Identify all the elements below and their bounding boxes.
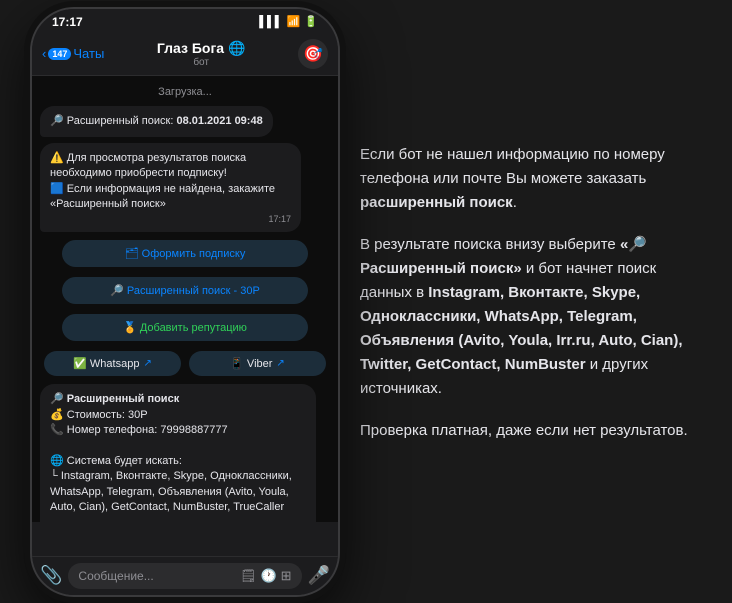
subscribe-button[interactable]: 🗂 Оформить подписку [62, 240, 309, 267]
sticker-icon: 🗒 [240, 568, 257, 584]
header-center: Глаз Бога 🌐 бот [110, 40, 292, 68]
bubble-text: 🔎 Расширенный поиск: 08.01.2021 09:48 [50, 114, 263, 129]
back-chevron-icon: ‹ [42, 46, 46, 61]
right-paragraph-1: Если бот не нашел информацию по номеру т… [360, 143, 702, 215]
extended-bubble-text: 🔎 Расширенный поиск 💰 Стоимость: 30Р 📞 Н… [50, 392, 306, 521]
attach-icon[interactable]: 📎 [40, 565, 62, 586]
viber-label: 📱 Viber [230, 357, 272, 370]
signal-icon: ▌▌▌ [259, 16, 282, 28]
message-warning: ⚠️ Для просмотра результатов поиска необ… [40, 143, 301, 233]
input-bar: 📎 Сообщение... 🗒 🕐 ⊞ 🎤 [32, 556, 338, 595]
system-label: 🌐 Система будет искать: [50, 455, 182, 467]
cost-value: 30Р [128, 409, 148, 421]
viber-button[interactable]: 📱 Viber ↗ [189, 351, 325, 376]
right-panel: Если бот не нашел информацию по номеру т… [340, 113, 732, 491]
search-emoji: 🔎 [50, 115, 64, 127]
bubble-text-warning: ⚠️ Для просмотра результатов поиска необ… [50, 151, 291, 213]
apps-icon: ⊞ [281, 568, 292, 584]
avatar-emoji: 🎯 [303, 44, 323, 64]
right-paragraph-2: В результате поиска внизу выберите «🔎 Ра… [360, 233, 702, 401]
mic-icon[interactable]: 🎤 [308, 565, 330, 586]
back-label: Чаты [73, 46, 104, 61]
extended-search-btn-row: 🔎 Расширенный поиск - 30Р [40, 277, 330, 304]
wifi-icon: 📶 [287, 15, 301, 28]
chat-header: ‹ 147 Чаты Глаз Бога 🌐 бот 🎯 [32, 33, 338, 76]
extended-search-result-bubble: 🔎 Расширенный поиск 💰 Стоимость: 30Р 📞 Н… [40, 384, 316, 521]
chat-title: Глаз Бога 🌐 [110, 40, 292, 57]
reputation-btn-row: 🏅 Добавить репутацию [40, 314, 330, 341]
blue-square-icon: 🟦 [50, 183, 64, 195]
message-time: 17:17 [50, 214, 291, 224]
warning-icon: ⚠️ [50, 152, 64, 164]
share-arrow-icon-2: ↗ [276, 358, 284, 369]
phone-label: 📞 Номер телефона: [50, 424, 157, 436]
add-reputation-button[interactable]: 🏅 Добавить репутацию [62, 314, 309, 341]
chat-area: Загрузка... 🔎 Расширенный поиск: 08.01.2… [32, 76, 338, 522]
clock-icon: 🕐 [260, 568, 276, 584]
battery-icon: 🔋 [304, 15, 318, 28]
avatar: 🎯 [298, 39, 328, 69]
message-search-date: 🔎 Расширенный поиск: 08.01.2021 09:48 [40, 106, 273, 137]
back-button[interactable]: ‹ 147 Чаты [42, 46, 104, 61]
share-row: ✅ Whatsapp ↗ 📱 Viber ↗ [40, 351, 330, 376]
whatsapp-label: ✅ Whatsapp [73, 357, 139, 370]
bold-search-link: «🔎 Расширенный поиск» [360, 236, 647, 277]
message-placeholder: Сообщение... [78, 569, 153, 583]
bold-extended-search: расширенный поиск [360, 194, 513, 211]
status-bar: 17:17 ▌▌▌ 📶 🔋 [32, 9, 338, 33]
message-input-container[interactable]: Сообщение... 🗒 🕐 ⊞ [68, 563, 301, 589]
share-arrow-icon: ↗ [143, 358, 151, 369]
system-sources: └ Instagram, Вконтакте, Skype, Однокласс… [50, 470, 292, 513]
extended-title: 🔎 Расширенный поиск [50, 393, 179, 405]
input-icons: 🗒 🕐 ⊞ [240, 568, 292, 584]
phone-shell: 17:17 ▌▌▌ 📶 🔋 ‹ 147 Чаты Глаз Бога 🌐 бот… [30, 7, 340, 597]
status-icons: ▌▌▌ 📶 🔋 [259, 15, 318, 28]
phone-value: 79998887777 [160, 424, 227, 436]
status-time: 17:17 [52, 15, 83, 29]
loading-text: Загрузка... [40, 84, 330, 100]
extended-search-button[interactable]: 🔎 Расширенный поиск - 30Р [62, 277, 309, 304]
subscribe-btn-row: 🗂 Оформить подписку [40, 240, 330, 267]
right-paragraph-3: Проверка платная, даже если нет результа… [360, 419, 702, 443]
back-badge: 147 [48, 48, 71, 60]
bold-sources: Instagram, Вконтакте, Skype, Одноклассни… [360, 284, 683, 373]
chat-subtitle: бот [110, 57, 292, 68]
whatsapp-button[interactable]: ✅ Whatsapp ↗ [44, 351, 180, 376]
cost-label: 💰 Стоимость: [50, 409, 125, 421]
